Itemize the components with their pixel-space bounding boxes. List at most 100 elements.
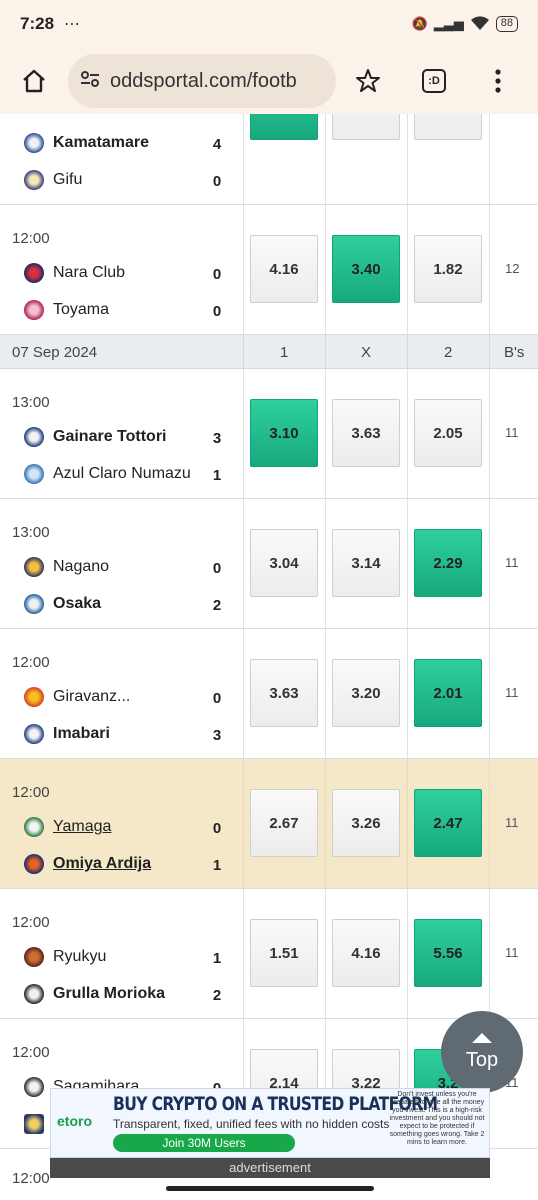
bookies-count: 11: [505, 425, 519, 440]
away-team[interactable]: Grulla Morioka: [24, 984, 165, 1004]
ad-disclaimer: Don't invest unless you're prepared to l…: [389, 1091, 485, 1146]
home-score: 0: [212, 690, 222, 707]
overflow-menu-icon[interactable]: [478, 61, 518, 101]
site-settings-icon[interactable]: [80, 70, 100, 93]
match-time: 12:00: [12, 654, 50, 671]
odd-away[interactable]: 2.29: [414, 529, 482, 597]
odd-draw[interactable]: 3.63: [332, 399, 400, 467]
match-row[interactable]: 13:00 Nagano 0 Osaka 2 3.04 3.14 2.29 11: [0, 499, 538, 629]
url-text: oddsportal.com/footb: [110, 69, 297, 92]
home-score: 4: [212, 136, 222, 153]
away-team[interactable]: Toyama: [24, 300, 109, 320]
odd-draw[interactable]: 4.16: [332, 919, 400, 987]
home-score: 1: [212, 950, 222, 967]
match-row[interactable]: 12:00 Giravanz... 0 Imabari 3 3.63 3.20 2.01 11: [0, 629, 538, 759]
away-score: 0: [212, 173, 222, 190]
team-name: Yamaga: [53, 818, 112, 835]
home-icon[interactable]: [14, 61, 54, 101]
team-logo-icon: [24, 594, 44, 614]
date-label: 07 Sep 2024: [12, 344, 98, 361]
odd-home[interactable]: 3.04: [250, 529, 318, 597]
bookies-count: 11: [505, 815, 519, 830]
match-time: 12:00: [12, 230, 50, 247]
bookies-count: 11: [505, 555, 519, 570]
notification-icons: ⋯: [64, 16, 81, 33]
home-team[interactable]: Nara Club: [24, 263, 125, 283]
match-time: 12:00: [12, 914, 50, 931]
advertisement-banner[interactable]: etoro BUY CRYPTO ON A TRUSTED PLATFORM T…: [50, 1088, 490, 1158]
odd-away[interactable]: 2.05: [414, 399, 482, 467]
odd-home[interactable]: 4.16: [250, 235, 318, 303]
away-score: 1: [212, 857, 222, 874]
odd-draw[interactable]: 3.40: [332, 235, 400, 303]
odd-away[interactable]: 2.01: [414, 659, 482, 727]
home-team[interactable]: Kamatamare: [24, 133, 149, 153]
match-row[interactable]: 13:00 Gainare Tottori 3 Azul Claro Numazu 1 3…: [0, 369, 538, 499]
odd-draw[interactable]: 3.10: [332, 114, 400, 140]
etoro-logo: etoro: [57, 1113, 92, 1129]
address-bar[interactable]: oddsportal.com/footb: [68, 54, 336, 108]
team-name: Imabari: [53, 725, 110, 742]
odd-away[interactable]: 1.82: [414, 235, 482, 303]
date-header: 07 Sep 2024 1 X 2 B's: [0, 335, 538, 369]
ad-cta-button[interactable]: Join 30M Users: [113, 1134, 295, 1152]
home-score: 0: [212, 820, 222, 837]
odd-home[interactable]: 3.63: [250, 659, 318, 727]
ad-subtitle: Transparent, fixed, unified fees with no…: [113, 1117, 390, 1131]
team-logo-icon: [24, 427, 44, 447]
team-name: Grulla Morioka: [53, 985, 166, 1002]
home-team[interactable]: Ryukyu: [24, 947, 106, 967]
home-team[interactable]: Giravanz...: [24, 687, 130, 707]
away-team[interactable]: Omiya Ardija: [24, 854, 151, 874]
odd-home[interactable]: 2.67: [250, 789, 318, 857]
team-logo-icon: [24, 817, 44, 837]
advertisement-label: advertisement: [50, 1158, 490, 1178]
odd-draw[interactable]: 3.26: [332, 789, 400, 857]
match-row[interactable]: 12:00 Yamaga 0 Omiya Ardija 1 2.67 3.26 2.47 11: [0, 759, 538, 889]
team-name: Ryukyu: [53, 948, 107, 965]
away-score: 0: [212, 303, 222, 320]
match-row[interactable]: Kamatamare 4 Gifu 0 2.36 3.10 2.94 12: [0, 114, 538, 205]
team-logo-icon: [24, 1114, 44, 1134]
col-away-label: 2: [444, 344, 453, 361]
odd-home[interactable]: 1.51: [250, 919, 318, 987]
match-row[interactable]: 12:00 Nara Club 0 Toyama 0 4.16 3.40 1.8…: [0, 205, 538, 335]
match-time: 12:00: [12, 1044, 50, 1061]
team-logo-icon: [24, 133, 44, 153]
odd-away[interactable]: 2.94: [414, 114, 482, 140]
scroll-to-top-button[interactable]: Top: [441, 1011, 523, 1093]
status-indicators: 🔕 ▂▃▅ 88: [412, 15, 518, 34]
browser-toolbar: oddsportal.com/footb :D: [0, 48, 538, 114]
team-name: Gainare Tottori: [53, 428, 167, 445]
away-team[interactable]: Imabari: [24, 724, 110, 744]
match-row[interactable]: 12:00 Ryukyu 1 Grulla Morioka 2 1.51 4.16 5.56 1…: [0, 889, 538, 1019]
away-score: 2: [212, 597, 222, 614]
gesture-nav-handle[interactable]: [166, 1186, 374, 1191]
match-time: 13:00: [12, 524, 50, 541]
team-name: Giravanz...: [53, 688, 131, 705]
odd-home[interactable]: 3.10: [250, 399, 318, 467]
odd-away[interactable]: 5.56: [414, 919, 482, 987]
tab-switcher-button[interactable]: :D: [414, 61, 454, 101]
home-team[interactable]: Nagano: [24, 557, 109, 577]
odd-home[interactable]: 2.36: [250, 114, 318, 140]
bookmark-star-icon[interactable]: [348, 61, 388, 101]
odd-draw[interactable]: 3.20: [332, 659, 400, 727]
away-team[interactable]: Gifu: [24, 170, 82, 190]
match-time: 12:00: [12, 784, 50, 801]
team-logo-icon: [24, 1077, 44, 1097]
home-team[interactable]: Gainare Tottori: [24, 427, 167, 447]
team-name: Omiya Ardija: [53, 855, 152, 872]
team-logo-icon: [24, 947, 44, 967]
away-team[interactable]: Osaka: [24, 594, 101, 614]
odd-away[interactable]: 2.47: [414, 789, 482, 857]
team-logo-icon: [24, 984, 44, 1004]
bookies-count: 11: [505, 945, 519, 960]
bookies-count: 12: [505, 261, 520, 276]
odd-draw[interactable]: 3.14: [332, 529, 400, 597]
away-team[interactable]: Azul Claro Numazu: [24, 464, 191, 484]
home-score: 0: [212, 266, 222, 283]
team-name: Nagano: [53, 558, 110, 575]
battery-icon: 88: [495, 16, 518, 32]
home-team[interactable]: Yamaga: [24, 817, 111, 837]
